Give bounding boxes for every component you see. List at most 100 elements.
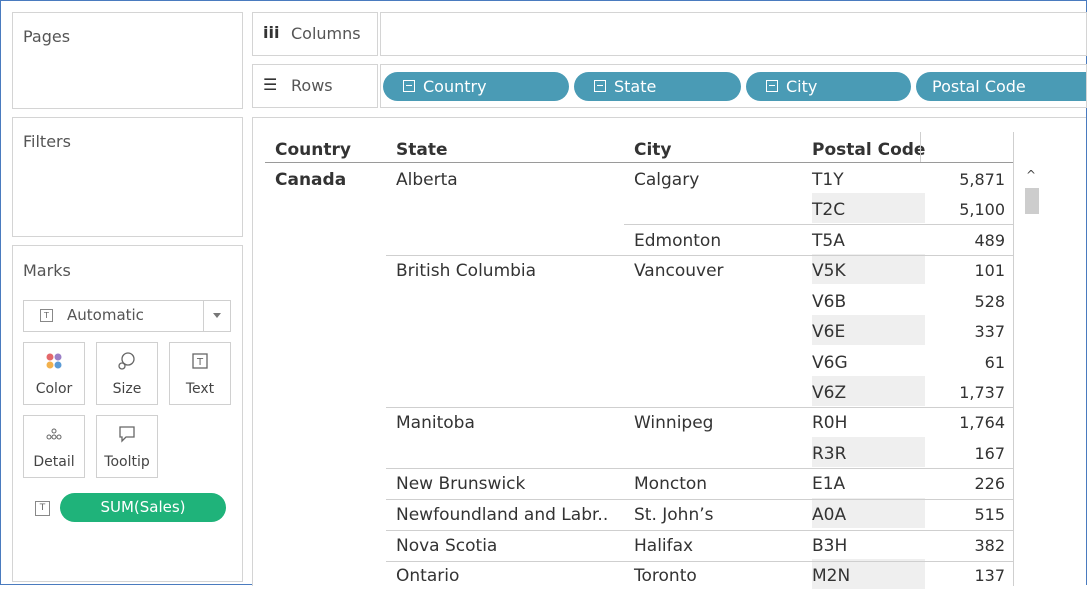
collapse-icon[interactable] <box>403 80 415 92</box>
postal-code-cell[interactable]: V6B <box>812 292 846 312</box>
postal-code-cell[interactable]: V6Z <box>812 383 846 403</box>
color-button[interactable]: Color <box>23 342 85 405</box>
size-label: Size <box>112 381 142 397</box>
row-separator <box>386 530 1013 531</box>
city-cell[interactable]: Moncton <box>634 474 707 494</box>
sales-value[interactable]: 337 <box>925 322 1005 341</box>
state-pill-label: State <box>614 77 657 96</box>
postal-code-cell[interactable]: V6G <box>812 353 848 373</box>
sales-value[interactable]: 137 <box>925 566 1005 585</box>
country-pill[interactable]: Country <box>383 72 569 101</box>
columns-label: Columns <box>291 24 361 43</box>
columns-shelf-label: iii Columns <box>252 12 378 56</box>
state-pill[interactable]: State <box>574 72 741 101</box>
city-cell[interactable]: Winnipeg <box>634 413 713 433</box>
sales-value[interactable]: 226 <box>925 474 1005 493</box>
sum-sales-pill[interactable]: SUM(Sales) <box>60 493 226 522</box>
row-separator <box>386 499 1013 500</box>
sales-value[interactable]: 61 <box>925 353 1005 372</box>
header-postal-code: Postal Code <box>812 140 926 160</box>
state-cell[interactable]: British Columbia <box>396 261 536 281</box>
state-cell[interactable]: Alberta <box>396 170 458 190</box>
city-cell[interactable]: St. John’s <box>634 505 714 525</box>
postal-code-cell[interactable]: V5K <box>812 261 846 281</box>
city-cell[interactable]: Calgary <box>634 170 699 190</box>
state-cell[interactable]: Nova Scotia <box>396 536 497 556</box>
postal-code-cell[interactable]: M2N <box>812 566 850 586</box>
marks-title: Marks <box>23 261 71 280</box>
rows-shelf-label: ☰ Rows <box>252 64 378 108</box>
table-right-border <box>1013 132 1014 586</box>
sales-value[interactable]: 1,764 <box>925 413 1005 432</box>
state-cell[interactable]: Manitoba <box>396 413 475 433</box>
sales-value[interactable]: 382 <box>925 536 1005 555</box>
columns-shelf[interactable] <box>380 12 1087 56</box>
state-cell[interactable]: New Brunswick <box>396 474 525 494</box>
postal-code-cell[interactable]: R0H <box>812 413 847 433</box>
size-icon <box>97 351 157 371</box>
city-cell[interactable]: Edmonton <box>634 231 721 251</box>
sales-value[interactable]: 489 <box>925 231 1005 250</box>
rows-label: Rows <box>291 76 333 95</box>
state-cell[interactable]: Ontario <box>396 566 459 586</box>
header-country: Country <box>275 140 351 160</box>
color-label: Color <box>35 381 73 397</box>
sales-value[interactable]: 5,100 <box>925 200 1005 219</box>
chevron-up-icon[interactable]: ^ <box>1026 168 1036 182</box>
pages-card[interactable]: Pages <box>12 12 243 109</box>
city-cell[interactable]: Halifax <box>634 536 693 556</box>
detail-button[interactable]: Detail <box>23 415 85 478</box>
text-encoding-icon: T <box>35 501 50 516</box>
postal-code-cell[interactable]: T1Y <box>812 170 844 190</box>
sales-value[interactable]: 167 <box>925 444 1005 463</box>
country-pill-label: Country <box>423 77 487 96</box>
mark-type-label: Automatic <box>67 306 144 324</box>
text-mark-icon: T <box>40 309 53 322</box>
postal-code-cell[interactable]: T5A <box>812 231 845 251</box>
sales-value[interactable]: 5,871 <box>925 170 1005 189</box>
sales-value[interactable]: 528 <box>925 292 1005 311</box>
detail-icon <box>24 424 84 444</box>
chevron-down-icon[interactable] <box>213 313 221 318</box>
row-separator <box>624 224 1013 225</box>
row-separator <box>386 407 1013 408</box>
collapse-icon[interactable] <box>594 80 606 92</box>
city-pill[interactable]: City <box>746 72 911 101</box>
sales-value[interactable]: 101 <box>925 261 1005 280</box>
postal-code-pill[interactable]: Postal Code <box>916 72 1086 101</box>
size-button[interactable]: Size <box>96 342 158 405</box>
rows-shelf[interactable]: Country State City Postal Code <box>380 64 1087 108</box>
scrollbar-thumb[interactable] <box>1025 188 1039 214</box>
svg-text:T: T <box>196 357 204 368</box>
postal-code-cell[interactable]: V6E <box>812 322 845 342</box>
text-icon: T <box>170 351 230 371</box>
columns-icon: iii <box>263 23 280 42</box>
sales-value[interactable]: 515 <box>925 505 1005 524</box>
postal-code-cell[interactable]: R3R <box>812 444 846 464</box>
vertical-scrollbar[interactable] <box>1024 162 1039 586</box>
postal-code-cell[interactable]: T2C <box>812 200 845 220</box>
filters-card[interactable]: Filters <box>12 117 243 237</box>
row-separator <box>386 255 1013 256</box>
state-cell[interactable]: Newfoundland and Labr.. <box>396 505 608 525</box>
row-separator <box>386 561 1013 562</box>
mark-type-dropdown[interactable]: T Automatic <box>23 300 231 332</box>
postal-code-cell[interactable]: E1A <box>812 474 845 494</box>
postal-code-cell[interactable]: A0A <box>812 505 846 525</box>
row-separator <box>386 468 1013 469</box>
postal-code-cell[interactable]: B3H <box>812 536 847 556</box>
country-cell[interactable]: Canada <box>275 170 346 190</box>
rows-icon: ☰ <box>263 75 278 94</box>
text-button[interactable]: T Text <box>169 342 231 405</box>
text-label: Text <box>185 381 215 397</box>
tooltip-button[interactable]: Tooltip <box>96 415 158 478</box>
header-divider <box>920 132 921 162</box>
city-cell[interactable]: Toronto <box>634 566 697 586</box>
city-cell[interactable]: Vancouver <box>634 261 724 281</box>
collapse-icon[interactable] <box>766 80 778 92</box>
postal-code-pill-label: Postal Code <box>932 77 1026 96</box>
dropdown-divider <box>203 301 204 331</box>
pages-title: Pages <box>23 27 71 46</box>
sales-value[interactable]: 1,737 <box>925 383 1005 402</box>
tooltip-icon <box>97 424 157 444</box>
